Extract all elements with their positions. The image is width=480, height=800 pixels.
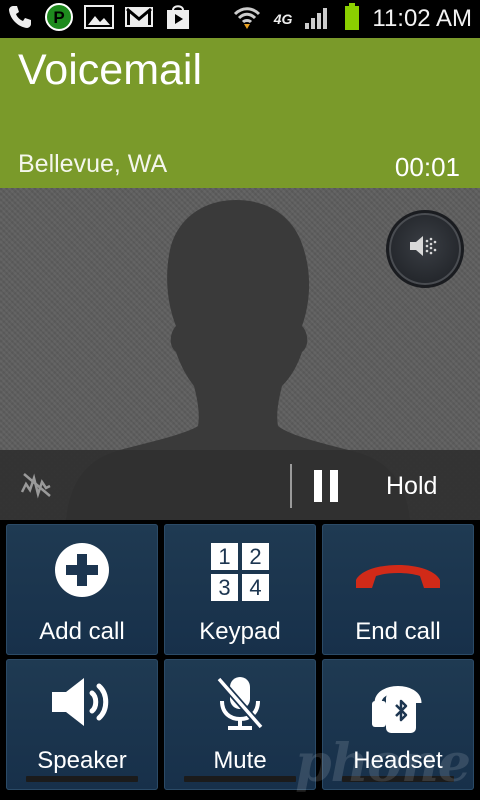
gmail-icon xyxy=(124,5,154,34)
network-type: 4G xyxy=(273,11,293,27)
svg-text:4: 4 xyxy=(249,575,261,600)
caller-location: Bellevue, WA xyxy=(18,150,168,178)
hold-divider xyxy=(290,464,292,508)
add-icon xyxy=(55,543,109,597)
parking-app-icon: P xyxy=(44,2,74,37)
mute-indicator xyxy=(184,776,296,782)
battery-icon xyxy=(344,2,360,36)
keypad-label: Keypad xyxy=(199,618,281,645)
caller-name: Voicemail xyxy=(18,46,203,94)
end-call-label: End call xyxy=(355,618,441,645)
speaker-icon xyxy=(410,236,437,256)
speaker-indicator xyxy=(26,776,138,782)
keypad-icon: 1 2 3 4 xyxy=(211,543,269,601)
gallery-icon xyxy=(84,4,114,35)
svg-text:3: 3 xyxy=(218,575,230,600)
mute-icon xyxy=(216,676,264,730)
end-call-icon xyxy=(356,565,440,588)
hold-button[interactable]: Hold xyxy=(386,472,437,501)
contact-photo-area: Hold xyxy=(0,188,480,520)
svg-text:P: P xyxy=(53,8,64,27)
play-store-icon xyxy=(164,3,192,36)
watermark: phone xyxy=(295,733,471,794)
svg-text:2: 2 xyxy=(249,544,261,569)
keypad-button[interactable]: 1 2 3 4 Keypad xyxy=(164,524,316,655)
add-call-button[interactable]: Add call xyxy=(6,524,158,655)
bluetooth-headset-icon xyxy=(372,686,422,733)
svg-text:1: 1 xyxy=(218,544,230,569)
status-time: 11:02 AM xyxy=(372,5,472,32)
speaker-icon xyxy=(52,678,109,726)
hold-bar: Hold xyxy=(0,450,480,520)
add-call-label: Add call xyxy=(39,618,125,645)
call-header: Voicemail Bellevue, WA 00:01 xyxy=(0,38,480,188)
mute-button[interactable]: Mute xyxy=(164,659,316,790)
mute-label: Mute xyxy=(213,747,267,774)
speaker-label: Speaker xyxy=(37,747,127,774)
pause-icon[interactable] xyxy=(314,470,340,507)
speaker-button[interactable]: Speaker xyxy=(6,659,158,790)
phone-icon xyxy=(6,3,34,36)
status-bar: P 4G 11:02 AM xyxy=(0,0,480,38)
call-duration: 00:01 xyxy=(394,152,460,182)
wifi-icon xyxy=(232,4,262,35)
hd-voice-off-icon xyxy=(20,470,54,505)
voice-clarity-button[interactable] xyxy=(386,210,464,288)
end-call-button[interactable]: End call xyxy=(322,524,474,655)
signal-icon xyxy=(304,4,332,35)
call-controls: Add call 1 2 3 4 Keypad End call Speaker… xyxy=(0,520,480,800)
